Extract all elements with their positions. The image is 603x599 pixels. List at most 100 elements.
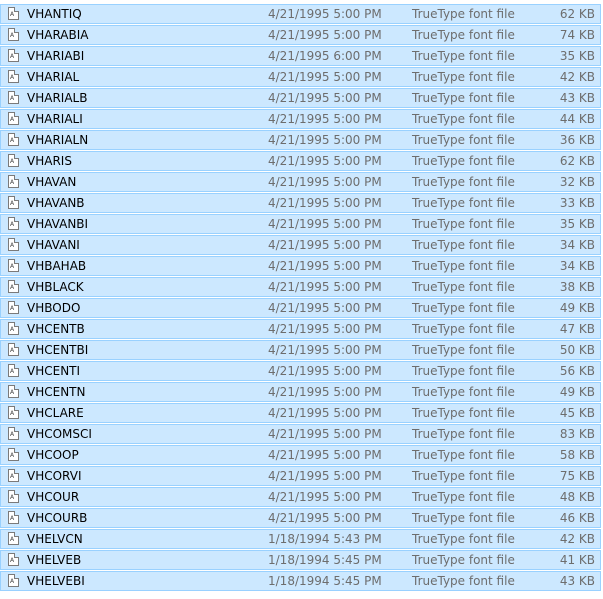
truetype-font-file-icon: A [8,490,19,503]
file-type: TrueType font file [412,553,515,567]
file-type: TrueType font file [412,280,515,294]
file-name: VHANTIQ [27,7,82,21]
file-type: TrueType font file [412,427,515,441]
file-type: TrueType font file [412,322,515,336]
list-item[interactable]: A VHARIAL 4/21/1995 5:00 PM TrueType font f… [0,67,601,87]
font-icon-glyph: A [10,410,15,417]
font-icon-glyph: A [10,557,15,564]
list-item[interactable]: A VHARIALI 4/21/1995 5:00 PM TrueType font … [0,109,601,129]
font-icon-glyph: A [10,32,15,39]
font-icon-glyph: A [10,305,15,312]
list-item[interactable]: A VHELVEB 1/18/1994 5:45 PM TrueType font f… [0,550,601,570]
file-size: 32 KB [559,175,595,189]
font-icon-glyph: A [10,95,15,102]
file-date-modified: 4/21/1995 5:00 PM [268,259,382,273]
file-date-modified: 4/21/1995 5:00 PM [268,154,382,168]
font-icon-glyph: A [10,263,15,270]
file-type: TrueType font file [412,217,515,231]
file-date-modified: 4/21/1995 5:00 PM [268,322,382,336]
file-size: 43 KB [559,574,595,588]
file-name: VHARIALB [27,91,88,105]
file-name: VHCOURB [27,511,88,525]
list-item[interactable]: A VHAVANB 4/21/1995 5:00 PM TrueType font f… [0,193,601,213]
font-icon-glyph: A [10,179,15,186]
file-name: VHAVANB [27,196,85,210]
file-name: VHAVANI [27,238,80,252]
file-name: VHARIALI [27,112,83,126]
list-item[interactable]: A VHCORVI 4/21/1995 5:00 PM TrueType font f… [0,466,601,486]
file-size: 43 KB [559,91,595,105]
file-type: TrueType font file [412,196,515,210]
file-type: TrueType font file [412,133,515,147]
file-date-modified: 4/21/1995 5:00 PM [268,175,382,189]
list-item[interactable]: A VHBODO 4/21/1995 5:00 PM TrueType font fi… [0,298,601,318]
list-item[interactable]: A VHBLACK 4/21/1995 5:00 PM TrueType font f… [0,277,601,297]
list-item[interactable]: A VHCENTI 4/21/1995 5:00 PM TrueType font f… [0,361,601,381]
font-icon-glyph: A [10,11,15,18]
file-date-modified: 4/21/1995 5:00 PM [268,280,382,294]
file-size: 62 KB [559,7,595,21]
list-item[interactable]: A VHARIALN 4/21/1995 5:00 PM TrueType font … [0,130,601,150]
file-name: VHARIS [27,154,72,168]
truetype-font-file-icon: A [8,469,19,482]
file-date-modified: 4/21/1995 5:00 PM [268,7,382,21]
file-name: VHBODO [27,301,81,315]
file-date-modified: 4/21/1995 5:00 PM [268,301,382,315]
file-type: TrueType font file [412,448,515,462]
list-item[interactable]: A VHELVCN 1/18/1994 5:43 PM TrueType font f… [0,529,601,549]
file-date-modified: 1/18/1994 5:45 PM [268,574,382,588]
file-date-modified: 4/21/1995 5:00 PM [268,217,382,231]
list-item[interactable]: A VHAVANI 4/21/1995 5:00 PM TrueType font f… [0,235,601,255]
file-name: VHARABIA [27,28,89,42]
file-date-modified: 4/21/1995 5:00 PM [268,238,382,252]
file-date-modified: 4/21/1995 5:00 PM [268,469,382,483]
list-item[interactable]: A VHARIABI 4/21/1995 6:00 PM TrueType font … [0,46,601,66]
file-date-modified: 4/21/1995 5:00 PM [268,427,382,441]
file-size: 38 KB [559,280,595,294]
list-item[interactable]: A VHARABIA 4/21/1995 5:00 PM TrueType font … [0,25,601,45]
file-name: VHCOMSCI [27,427,92,441]
list-item[interactable]: A VHBAHAB 4/21/1995 5:00 PM TrueType font f… [0,256,601,276]
file-size: 58 KB [559,448,595,462]
file-name: VHBAHAB [27,259,87,273]
file-date-modified: 4/21/1995 5:00 PM [268,112,382,126]
file-size: 34 KB [559,238,595,252]
file-type: TrueType font file [412,385,515,399]
file-name: VHARIABI [27,49,85,63]
file-date-modified: 4/21/1995 5:00 PM [268,196,382,210]
list-item[interactable]: A VHCOUR 4/21/1995 5:00 PM TrueType font fi… [0,487,601,507]
file-type: TrueType font file [412,238,515,252]
file-date-modified: 4/21/1995 5:00 PM [268,364,382,378]
file-name: VHCORVI [27,469,82,483]
list-item[interactable]: A VHCOMSCI 4/21/1995 5:00 PM TrueType font … [0,424,601,444]
font-icon-glyph: A [10,473,15,480]
list-item[interactable]: A VHCOURB 4/21/1995 5:00 PM TrueType font f… [0,508,601,528]
list-item[interactable]: A VHARIALB 4/21/1995 5:00 PM TrueType font … [0,88,601,108]
font-icon-glyph: A [10,326,15,333]
file-type: TrueType font file [412,154,515,168]
file-type: TrueType font file [412,28,515,42]
file-date-modified: 4/21/1995 5:00 PM [268,511,382,525]
list-item[interactable]: A VHCOOP 4/21/1995 5:00 PM TrueType font fi… [0,445,601,465]
file-date-modified: 4/21/1995 5:00 PM [268,70,382,84]
list-item[interactable]: A VHARIS 4/21/1995 5:00 PM TrueType font fi… [0,151,601,171]
file-name: VHCOOP [27,448,79,462]
list-item[interactable]: A VHANTIQ 4/21/1995 5:00 PM TrueType font f… [0,4,601,24]
list-item[interactable]: A VHAVANBI 4/21/1995 5:00 PM TrueType font … [0,214,601,234]
truetype-font-file-icon: A [8,532,19,545]
file-size: 47 KB [559,322,595,336]
font-icon-glyph: A [10,347,15,354]
file-name: VHARIALN [27,133,89,147]
list-item[interactable]: A VHCLARE 4/21/1995 5:00 PM TrueType font f… [0,403,601,423]
list-item[interactable]: A VHELVEBI 1/18/1994 5:45 PM TrueType font … [0,571,601,591]
list-item[interactable]: A VHCENTN 4/21/1995 5:00 PM TrueType font f… [0,382,601,402]
file-size: 45 KB [559,406,595,420]
truetype-font-file-icon: A [8,511,19,524]
font-icon-glyph: A [10,284,15,291]
file-name: VHELVCN [27,532,83,546]
file-type: TrueType font file [412,175,515,189]
list-item[interactable]: A VHAVAN 4/21/1995 5:00 PM TrueType font fi… [0,172,601,192]
list-item[interactable]: A VHCENTB 4/21/1995 5:00 PM TrueType font f… [0,319,601,339]
file-date-modified: 4/21/1995 5:00 PM [268,133,382,147]
list-item[interactable]: A VHCENTBI 4/21/1995 5:00 PM TrueType font … [0,340,601,360]
